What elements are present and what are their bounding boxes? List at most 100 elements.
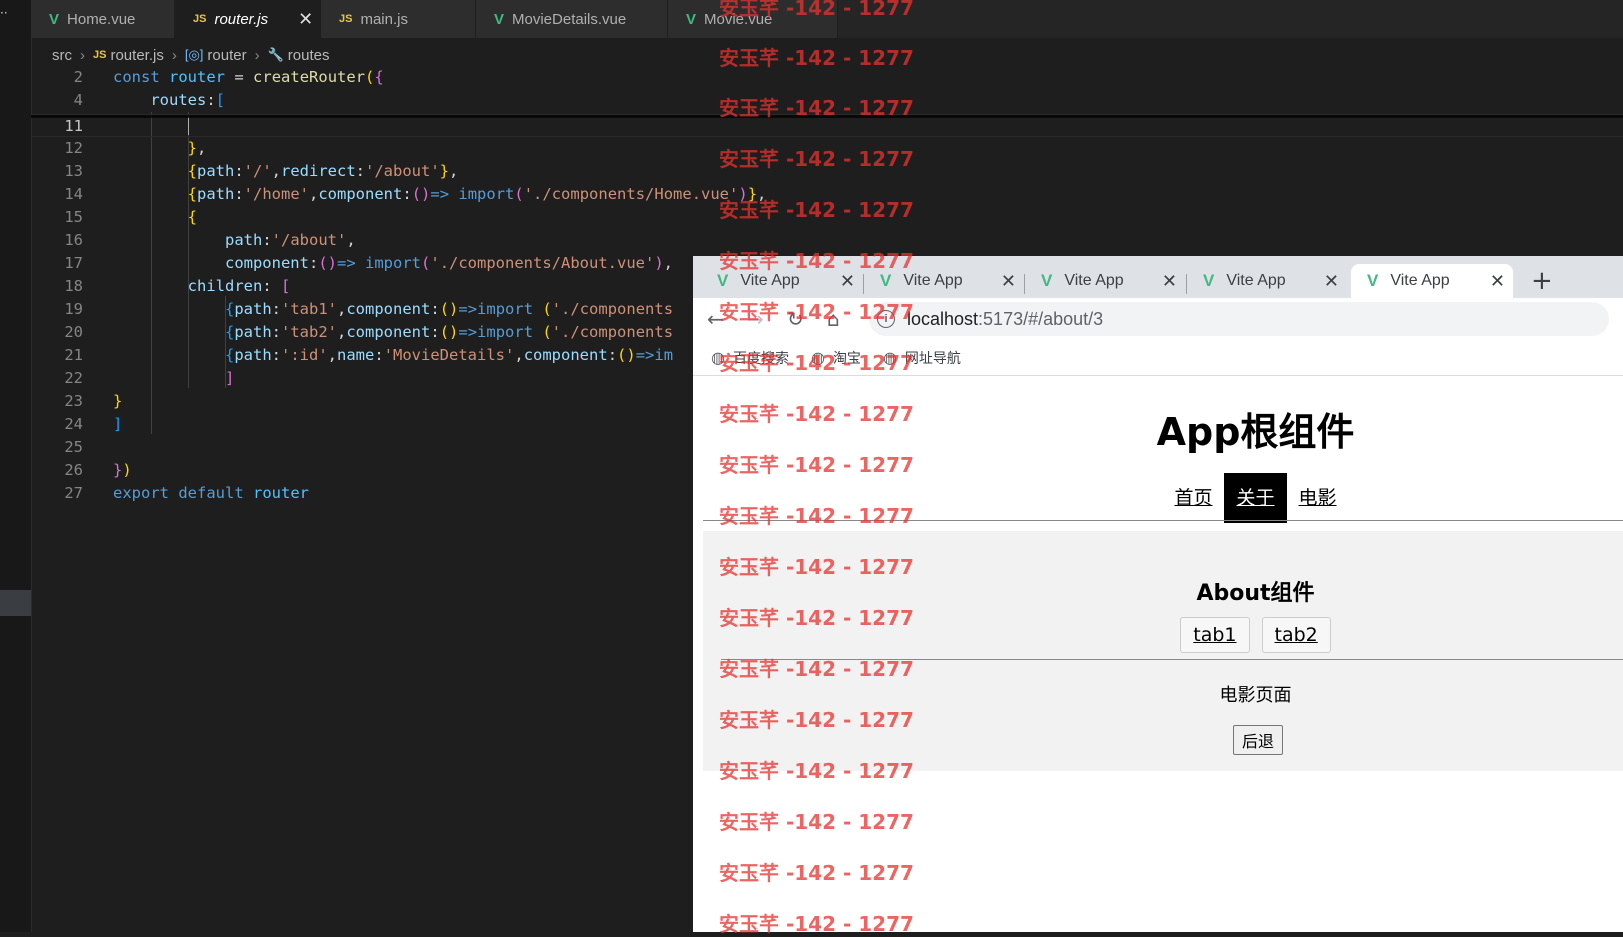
nav-link-home[interactable]: 首页 [1162, 473, 1224, 523]
token: path [234, 346, 272, 364]
token: ] [224, 369, 235, 387]
token: } [187, 139, 197, 157]
nav-link-about[interactable]: 关于 [1224, 473, 1287, 523]
vue-icon: V [1367, 271, 1379, 290]
close-icon[interactable]: ✕ [1162, 271, 1177, 292]
token: ( [514, 185, 524, 203]
url-path: :5173/#/about/3 [978, 308, 1104, 329]
close-icon[interactable]: ✕ [840, 271, 855, 292]
token: export [113, 484, 169, 502]
token: [ [215, 91, 226, 109]
activity-item-active[interactable] [0, 590, 31, 616]
token: ) [738, 185, 748, 203]
section-title: About组件 [1196, 581, 1315, 606]
tab-link-tab2[interactable]: tab2 [1261, 617, 1331, 653]
token: { [187, 185, 197, 203]
line-number: 13 [64, 162, 83, 180]
bookmark-item[interactable]: ◍ 淘宝 [811, 348, 861, 368]
vue-icon: V [686, 10, 697, 28]
tab-movie-vue[interactable]: V Movie.vue [668, 0, 838, 38]
new-tab-button[interactable]: + [1531, 266, 1553, 296]
bookmark-item[interactable]: ◍ 网址导航 [883, 348, 961, 368]
js-icon: JS [339, 13, 353, 25]
token: ) [654, 254, 664, 272]
tab-moviedetails-vue[interactable]: V MovieDetails.vue [476, 0, 668, 38]
back-button[interactable]: 后退 [1233, 725, 1284, 755]
tab-home-vue[interactable]: V Home.vue [31, 0, 175, 38]
forward-arrow-icon[interactable]: → [747, 307, 764, 331]
tab-link-tab1[interactable]: tab1 [1180, 617, 1250, 653]
divider [721, 659, 1623, 660]
token: => [458, 323, 478, 341]
token: , [346, 231, 356, 249]
close-icon[interactable]: ✕ [1490, 271, 1505, 292]
browser-tab[interactable]: V Vite App ✕ [1025, 264, 1185, 298]
token: () [439, 300, 459, 318]
token: : [607, 346, 618, 364]
line-number: 12 [64, 139, 83, 157]
token: path [224, 231, 263, 249]
movie-page-text: 电影页面 [1219, 685, 1292, 706]
tab-label: main.js [360, 10, 408, 28]
token: 'tab1' [281, 300, 337, 318]
info-icon[interactable]: i [877, 310, 895, 328]
code-line: 13 {path:'/',redirect:'/about'}, [31, 160, 1623, 183]
token: : [271, 323, 281, 341]
more-icon[interactable]: ·· [0, 6, 8, 20]
token: './components/About.vue' [430, 254, 655, 272]
breadcrumb-item[interactable]: router [207, 47, 246, 64]
close-icon[interactable]: ✕ [1324, 271, 1339, 292]
line-number: 18 [64, 277, 83, 295]
address-bar[interactable]: i localhost:5173/#/about/3 [869, 302, 1609, 336]
close-icon[interactable]: ✕ [298, 9, 313, 30]
token: import [458, 185, 515, 203]
browser-tab[interactable]: V Vite App ✕ [1187, 264, 1347, 298]
vue-icon: V [880, 271, 892, 290]
browser-tab-active[interactable]: V Vite App ✕ [1351, 264, 1513, 298]
chevron-right-icon: › [80, 46, 85, 64]
breadcrumb-item[interactable]: router.js [110, 47, 163, 64]
reload-icon[interactable]: ↻ [787, 307, 804, 331]
line-number: 15 [64, 208, 83, 226]
token: , [197, 139, 207, 157]
js-icon: JS [193, 13, 207, 25]
token: '/home' [243, 185, 309, 203]
tab-router-js[interactable]: JS router.js ✕ [175, 0, 321, 38]
token: const [113, 68, 160, 86]
code-line: 15 { [31, 206, 1623, 229]
token: () [318, 254, 337, 272]
token: path [197, 162, 235, 180]
js-icon: JS [93, 49, 107, 61]
token: : [308, 254, 319, 272]
browser-tab[interactable]: V Vite App ✕ [864, 264, 1024, 298]
url-host: localhost [907, 308, 979, 329]
tab-main-js[interactable]: JS main.js [321, 0, 476, 38]
token: , [327, 346, 338, 364]
close-icon[interactable]: ✕ [1001, 271, 1016, 292]
breadcrumb-item[interactable]: src [52, 47, 72, 64]
chevron-right-icon: › [254, 46, 260, 64]
about-section: About组件 tab1 tab2 电影页面 后退 [703, 531, 1623, 771]
token: : [430, 300, 440, 318]
token: => [458, 300, 478, 318]
token: ( [421, 254, 431, 272]
vue-icon: V [1203, 271, 1215, 290]
back-arrow-icon[interactable]: ← [707, 307, 724, 331]
line-number: 21 [64, 346, 83, 364]
browser-tab[interactable]: V Vite App ✕ [693, 264, 863, 298]
token: ) [122, 461, 132, 479]
token: './components [551, 323, 674, 341]
line-number: 27 [64, 484, 83, 502]
nav-link-movie[interactable]: 电影 [1287, 473, 1349, 523]
bookmark-label: 网址导航 [904, 350, 961, 367]
token: component [346, 300, 431, 318]
chevron-right-icon: › [171, 46, 177, 64]
wrench-icon: 🔧 [267, 47, 284, 62]
token: ( [542, 300, 552, 318]
breadcrumb-item[interactable]: routes [288, 47, 330, 64]
bookmark-item[interactable]: ◍ 百度搜索 [711, 348, 789, 368]
vue-icon: V [494, 10, 505, 28]
token: , [337, 300, 347, 318]
token: , [514, 346, 524, 364]
home-icon[interactable]: ⌂ [827, 307, 840, 331]
